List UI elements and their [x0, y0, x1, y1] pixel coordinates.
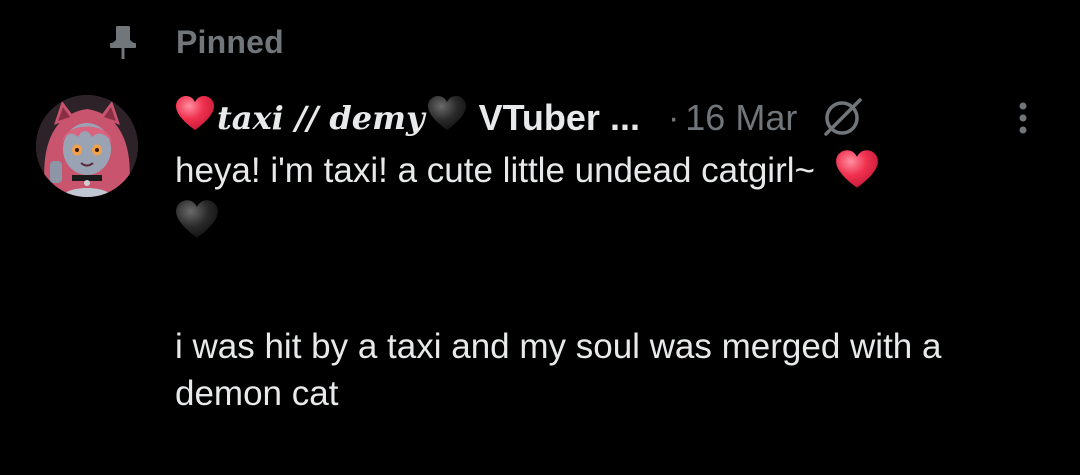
tweet-header: taxi // demy VTuber ... · 16 Mar — [175, 94, 865, 142]
red-heart-emoji — [835, 149, 879, 196]
black-heart-emoji — [427, 95, 467, 141]
avatar-anime-catgirl-icon — [36, 95, 138, 197]
display-name[interactable]: taxi // demy VTuber ... — [175, 95, 640, 141]
more-vertical-icon[interactable] — [1010, 98, 1036, 138]
tweet-text: heya! i'm taxi! a cute little undead cat… — [175, 147, 1035, 417]
tweet-line1: heya! i'm taxi! a cute little undead cat… — [175, 151, 815, 190]
no-display-icon — [819, 95, 865, 141]
avatar[interactable] — [36, 95, 138, 197]
pinned-tweet[interactable]: Pinned taxi // demy VTuber ... · 16 Mar … — [0, 0, 1080, 475]
pin-icon — [108, 22, 138, 62]
display-name-suffix: VTuber ... — [478, 97, 640, 138]
red-heart-emoji — [175, 95, 215, 141]
pinned-label: Pinned — [176, 23, 284, 60]
display-name-text: taxi // demy — [217, 99, 425, 137]
tweet-text-paragraph: heya! i'm taxi! a cute little undead cat… — [175, 147, 1035, 246]
black-heart-emoji — [175, 199, 219, 246]
pinned-indicator: Pinned — [108, 22, 284, 62]
tweet-date[interactable]: 16 Mar — [685, 97, 797, 139]
tweet-text-paragraph-2: i was hit by a taxi and my soul was merg… — [175, 326, 942, 413]
separator-dot: · — [667, 98, 680, 137]
